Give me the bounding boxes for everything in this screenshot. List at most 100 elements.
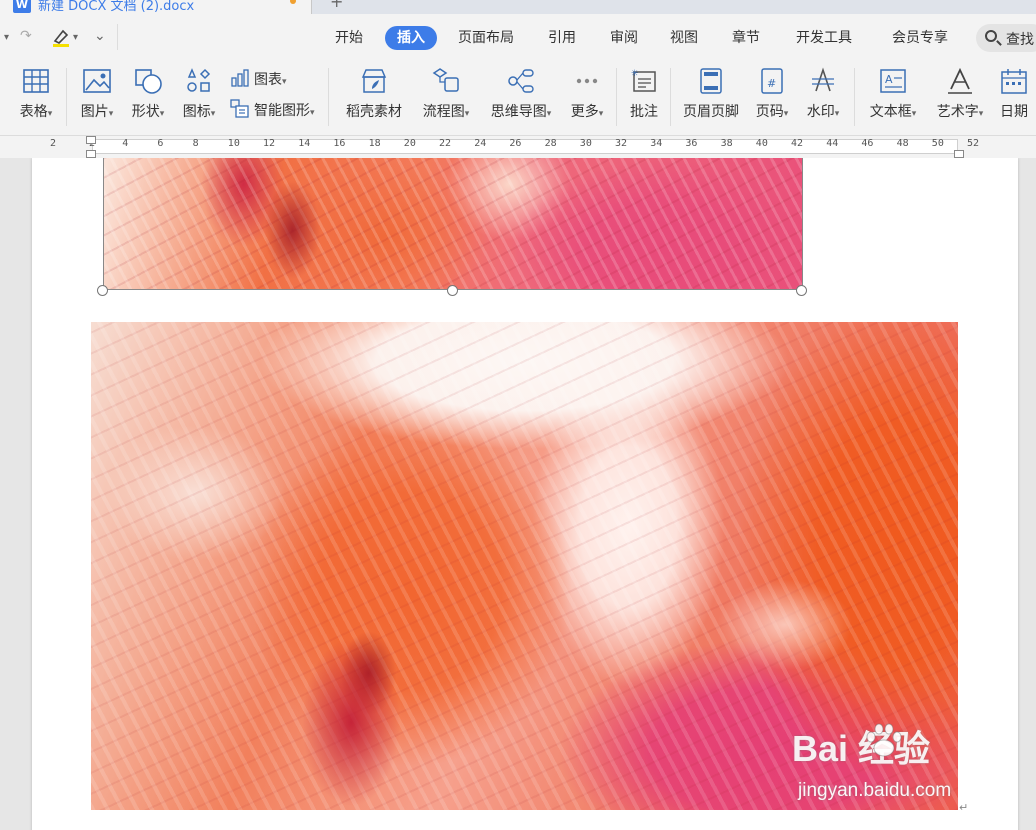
tab-start[interactable]: 开始 bbox=[335, 26, 363, 50]
date-label: 日期 bbox=[1000, 104, 1028, 120]
ruler-number: 38 bbox=[720, 138, 733, 149]
ruler-number: 4 bbox=[122, 138, 129, 149]
divider bbox=[854, 68, 855, 126]
flowchart-button[interactable]: 流程图▾ bbox=[414, 62, 478, 136]
shape-icon bbox=[135, 69, 162, 94]
table-label: 表格 bbox=[19, 104, 48, 120]
picture-label: 图片 bbox=[80, 104, 109, 120]
textbox-label: 文本框 bbox=[869, 104, 912, 120]
ellipsis-icon bbox=[576, 78, 598, 84]
first-line-indent-marker[interactable] bbox=[86, 136, 96, 144]
chart-label: 图表 bbox=[254, 72, 282, 88]
picture-button[interactable]: 图片▾ bbox=[72, 62, 122, 136]
flowchart-icon bbox=[432, 68, 459, 92]
left-indent-marker[interactable] bbox=[86, 150, 96, 158]
ruler-number: 20 bbox=[403, 138, 416, 149]
shape-button[interactable]: 形状▾ bbox=[124, 62, 172, 136]
daoke-material-button[interactable]: 稻壳素材 bbox=[338, 62, 410, 136]
shape-caret-icon: ▾ bbox=[159, 109, 165, 119]
ruler-number: 18 bbox=[368, 138, 381, 149]
new-tab-button[interactable]: + bbox=[330, 0, 343, 11]
ruler-number: 10 bbox=[227, 138, 240, 149]
more-button[interactable]: 更多▾ bbox=[564, 62, 610, 136]
ruler-number: 42 bbox=[791, 138, 804, 149]
svg-text:#: # bbox=[767, 77, 776, 90]
baidu-jingyan-watermark: Bai 经验 jingyan.baidu.com bbox=[792, 720, 992, 810]
ruler-number: 50 bbox=[931, 138, 944, 149]
ruler-number: 6 bbox=[157, 138, 164, 149]
resize-handle-bottom-left[interactable] bbox=[97, 285, 108, 296]
watermark-button[interactable]: 水印▾ bbox=[800, 62, 846, 136]
search-label: 查找 bbox=[1006, 32, 1034, 48]
ruler-number: 32 bbox=[615, 138, 628, 149]
ruler-number: 14 bbox=[298, 138, 311, 149]
table-caret-icon: ▾ bbox=[47, 109, 53, 119]
divider bbox=[670, 68, 671, 126]
mindmap-caret-icon: ▾ bbox=[546, 109, 552, 119]
textbox-button[interactable]: A 文本框▾ bbox=[862, 62, 924, 136]
ruler-number: 44 bbox=[826, 138, 839, 149]
wordart-caret-icon: ▾ bbox=[978, 109, 984, 119]
page-number-icon: # bbox=[761, 68, 783, 94]
selected-image[interactable] bbox=[103, 158, 803, 290]
tab-member-exclusive[interactable]: 会员专享 bbox=[892, 26, 948, 50]
resize-handle-bottom-center[interactable] bbox=[447, 285, 458, 296]
highlighter-icon[interactable] bbox=[50, 26, 72, 48]
table-icon bbox=[23, 69, 49, 93]
undo-dropdown-icon[interactable]: ▾ bbox=[4, 32, 9, 43]
ruler-number: 52 bbox=[967, 138, 980, 149]
tab-developer-tools[interactable]: 开发工具 bbox=[796, 26, 852, 50]
icons-caret-icon: ▾ bbox=[210, 109, 216, 119]
highlighter-caret-icon[interactable]: ▾ bbox=[73, 32, 78, 43]
smart-graphic-caret-icon: ▾ bbox=[310, 108, 315, 118]
comment-button[interactable]: ✳ 批注 bbox=[622, 62, 666, 136]
tab-sections[interactable]: 章节 bbox=[732, 26, 760, 50]
tab-page-layout[interactable]: 页面布局 bbox=[458, 26, 514, 50]
more-label: 更多 bbox=[570, 104, 599, 120]
horizontal-ruler[interactable]: 2246810121416182022242628303234363840424… bbox=[0, 136, 1036, 158]
page-number-button[interactable]: # 页码▾ bbox=[750, 62, 794, 136]
header-footer-label: 页眉页脚 bbox=[683, 104, 739, 120]
page-number-caret-icon: ▾ bbox=[783, 109, 789, 119]
textbox-icon: A bbox=[880, 69, 906, 93]
tab-references[interactable]: 引用 bbox=[548, 26, 576, 50]
date-button[interactable]: 日期 bbox=[994, 62, 1034, 136]
header-footer-button[interactable]: 页眉页脚 bbox=[678, 62, 744, 136]
comment-icon: ✳ bbox=[631, 69, 656, 92]
search-button[interactable]: 查找 bbox=[976, 24, 1036, 52]
wordart-icon bbox=[948, 67, 972, 94]
flowchart-label: 流程图 bbox=[422, 104, 465, 120]
right-indent-marker[interactable] bbox=[954, 150, 964, 158]
divider bbox=[117, 24, 118, 50]
comment-label: 批注 bbox=[630, 104, 658, 120]
chart-caret-icon: ▾ bbox=[282, 77, 287, 87]
redo-icon[interactable]: ↷ bbox=[20, 28, 32, 44]
tab-insert[interactable]: 插入 bbox=[385, 26, 437, 50]
baidu-paw-icon bbox=[866, 723, 902, 757]
menu-bar: ▾ ↷ ▾ ⌄ 开始 插入 页面布局 引用 审阅 视图 章节 开发工具 会员专享… bbox=[0, 14, 1036, 62]
ruler-number: 34 bbox=[650, 138, 663, 149]
document-tab[interactable]: W 新建 DOCX 文档 (2).docx bbox=[0, 0, 312, 14]
icons-button[interactable]: 图标▾ bbox=[174, 62, 224, 136]
title-bar: W 新建 DOCX 文档 (2).docx + bbox=[0, 0, 1036, 14]
divider bbox=[616, 68, 617, 126]
watermark-caret-icon: ▾ bbox=[834, 109, 840, 119]
search-icon bbox=[985, 30, 997, 42]
insert-ribbon: 表格▾ 图片▾ 形状▾ 图标▾ 图表▾ 智能图形▾ 稻壳素材 流程图▾ 思维导图… bbox=[0, 62, 1036, 136]
wordart-button[interactable]: 艺术字▾ bbox=[930, 62, 990, 136]
ruler-number: 26 bbox=[509, 138, 522, 149]
tab-view[interactable]: 视图 bbox=[670, 26, 698, 50]
calendar-icon bbox=[1001, 69, 1027, 94]
icons-label: 图标 bbox=[182, 104, 211, 120]
svg-text:A: A bbox=[885, 73, 893, 86]
ruler-number: 28 bbox=[544, 138, 557, 149]
tab-review[interactable]: 审阅 bbox=[610, 26, 638, 50]
shape-label: 形状 bbox=[131, 104, 160, 120]
resize-handle-bottom-right[interactable] bbox=[796, 285, 807, 296]
mindmap-label: 思维导图 bbox=[490, 104, 547, 120]
customize-toolbar-icon[interactable]: ⌄ bbox=[94, 28, 106, 44]
divider bbox=[328, 68, 329, 126]
ruler-number: 22 bbox=[439, 138, 452, 149]
mindmap-button[interactable]: 思维导图▾ bbox=[484, 62, 558, 136]
table-button[interactable]: 表格▾ bbox=[8, 62, 64, 136]
